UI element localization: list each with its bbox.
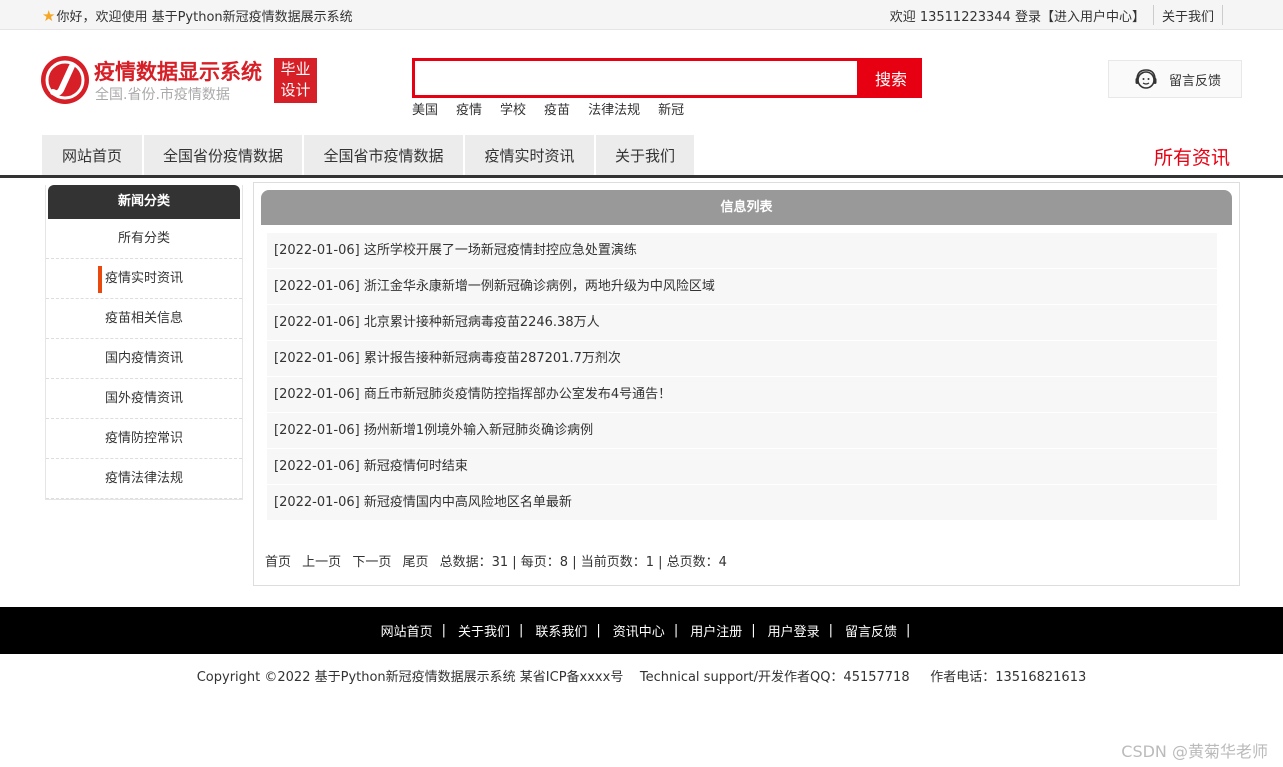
hot-keyword[interactable]: 疫苗	[544, 99, 570, 118]
user-greeting: 欢迎 13511223344 登录	[889, 9, 1041, 25]
copyright: Copyright ©2022 基于Python新冠疫情数据展示系统 某省ICP…	[196, 670, 1087, 685]
footer-link-login[interactable]: 用户登录	[768, 621, 820, 640]
main-nav: 网站首页 全国省份疫情数据 全国省市疫情数据 疫情实时资讯 关于我们	[42, 135, 696, 175]
news-item[interactable]: [2022-01-06] 商丘市新冠肺炎疫情防控指挥部办公室发布4号通告！	[267, 377, 1217, 413]
sidebar-item-prevention[interactable]: 疫情防控常识	[46, 419, 242, 459]
nav-divider	[0, 175, 1283, 178]
badge-line2: 设计	[280, 81, 311, 99]
welcome-text: 你好，欢迎使用 基于Python新冠疫情数据展示系统	[56, 10, 353, 25]
badge-line1: 毕业	[280, 60, 311, 78]
logo-icon	[41, 56, 89, 104]
search-input[interactable]	[412, 58, 860, 98]
hot-keyword[interactable]: 新冠	[658, 99, 684, 118]
user-links: 欢迎 13511223344 登录 【进入用户中心】 关于我们	[890, 0, 1231, 30]
headset-icon	[1135, 69, 1157, 89]
hot-keyword[interactable]: 疫情	[456, 99, 482, 118]
about-link[interactable]: 关于我们	[1162, 6, 1214, 25]
footer-separator: |	[519, 623, 524, 638]
nav-about[interactable]: 关于我们	[596, 135, 696, 175]
pager-first[interactable]: 首页	[265, 555, 291, 570]
hot-keywords: 美国 疫情 学校 疫苗 法律法规 新冠	[412, 99, 702, 118]
hot-keyword[interactable]: 美国	[412, 99, 438, 118]
watermark: CSDN @黄菊华老师	[1121, 742, 1268, 761]
category-sidebar: 新闻分类 所有分类 疫情实时资讯 疫苗相关信息 国内疫情资讯 国外疫情资讯 疫情…	[45, 185, 243, 500]
sidebar-title: 新闻分类	[48, 185, 240, 219]
news-list: [2022-01-06] 这所学校开展了一场新冠疫情封控应急处置演练 [2022…	[267, 233, 1217, 521]
welcome-message: ★ 你好，欢迎使用 基于Python新冠疫情数据展示系统	[42, 6, 353, 26]
logo-subtitle: 全国.省份.市疫情数据	[95, 87, 230, 103]
pager-prev[interactable]: 上一页	[302, 555, 341, 570]
footer-link-home[interactable]: 网站首页	[381, 621, 433, 640]
footer-separator: |	[828, 623, 834, 638]
footer-separator: |	[751, 623, 756, 638]
top-bar: ★ 你好，欢迎使用 基于Python新冠疫情数据展示系统 欢迎 13511223…	[0, 0, 1283, 30]
panel-title: 信息列表	[261, 190, 1232, 225]
news-item[interactable]: [2022-01-06] 扬州新增1例境外输入新冠肺炎确诊病例	[267, 413, 1217, 449]
pagination: 首页 上一页 下一页 尾页 总数据：31 | 每页：8 | 当前页数：1 | 总…	[265, 551, 727, 570]
footer-separator: |	[596, 623, 601, 638]
footer-links: 网站首页 | 关于我们 | 联系我们 | 资讯中心 | 用户注册 | 用户登录 | 留言反馈…	[0, 607, 1283, 654]
footer-separator: |	[441, 623, 446, 638]
star-icon: ★	[42, 6, 56, 25]
footer-link-feedback[interactable]: 留言反馈	[845, 621, 897, 640]
pager-next[interactable]: 下一页	[352, 555, 391, 570]
sidebar-item-law[interactable]: 疫情法律法规	[46, 459, 242, 499]
sidebar-item-vaccine[interactable]: 疫苗相关信息	[46, 299, 242, 339]
nav-province-data[interactable]: 全国省份疫情数据	[144, 135, 304, 175]
divider	[1222, 5, 1223, 25]
logo-title: 疫情数据显示系统	[94, 60, 262, 84]
news-item[interactable]: [2022-01-06] 新冠疫情国内中高风险地区名单最新	[267, 485, 1217, 521]
news-panel: 信息列表 [2022-01-06] 这所学校开展了一场新冠疫情封控应急处置演练 …	[253, 182, 1240, 586]
pager-info: 总数据：31 | 每页：8 | 当前页数：1 | 总页数：4	[439, 555, 727, 570]
search-box: 搜索	[412, 58, 922, 98]
nav-home[interactable]: 网站首页	[42, 135, 144, 175]
site-logo[interactable]: 疫情数据显示系统 全国.省份.市疫情数据 毕业 设计	[41, 56, 321, 106]
footer-link-news[interactable]: 资讯中心	[613, 621, 665, 640]
footer-link-register[interactable]: 用户注册	[690, 621, 742, 640]
sidebar-item-realtime[interactable]: 疫情实时资讯	[46, 259, 242, 299]
news-item[interactable]: [2022-01-06] 北京累计接种新冠病毒疫苗2246.38万人	[267, 305, 1217, 341]
hot-keyword[interactable]: 学校	[500, 99, 526, 118]
feedback-label: 留言反馈	[1169, 73, 1222, 89]
footer-link-about[interactable]: 关于我们	[458, 621, 510, 640]
divider	[1152, 5, 1154, 25]
user-center-link[interactable]: 【进入用户中心】	[1041, 6, 1145, 25]
sidebar-item-domestic[interactable]: 国内疫情资讯	[46, 339, 242, 379]
news-item[interactable]: [2022-01-06] 新冠疫情何时结束	[267, 449, 1217, 485]
sidebar-item-all[interactable]: 所有分类	[46, 219, 242, 259]
pager-last[interactable]: 尾页	[402, 555, 428, 570]
footer-separator: |	[906, 623, 911, 638]
footer-link-contact[interactable]: 联系我们	[535, 621, 587, 640]
sidebar-item-foreign[interactable]: 国外疫情资讯	[46, 379, 242, 419]
hot-keyword[interactable]: 法律法规	[588, 99, 640, 118]
search-button[interactable]: 搜索	[860, 58, 922, 98]
footer-separator: |	[673, 623, 679, 638]
news-item[interactable]: [2022-01-06] 累计报告接种新冠病毒疫苗287201.7万剂次	[267, 341, 1217, 377]
nav-city-data[interactable]: 全国省市疫情数据	[304, 135, 465, 175]
feedback-button[interactable]: 留言反馈	[1108, 60, 1242, 98]
section-title: 所有资讯	[1153, 147, 1230, 169]
news-item[interactable]: [2022-01-06] 浙江金华永康新增一例新冠确诊病例，两地升级为中风险区域	[267, 269, 1217, 305]
logo-badge: 毕业 设计	[274, 58, 317, 103]
news-item[interactable]: [2022-01-06] 这所学校开展了一场新冠疫情封控应急处置演练	[267, 233, 1217, 269]
nav-realtime-news[interactable]: 疫情实时资讯	[465, 135, 596, 175]
